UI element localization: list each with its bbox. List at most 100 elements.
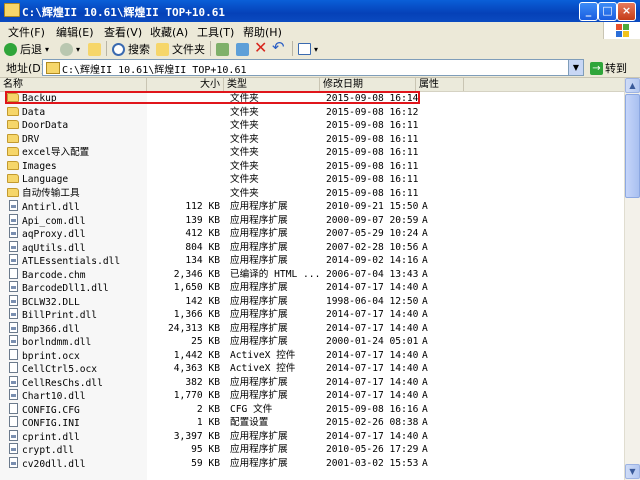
file-row[interactable]: Images 文件夹 2015-09-08 16:11 <box>0 160 624 174</box>
column-type-header[interactable]: 类型 <box>224 78 320 91</box>
file-name: DRV <box>7 133 39 147</box>
file-name: Data <box>7 106 45 120</box>
scroll-thumb[interactable] <box>625 94 640 198</box>
file-row[interactable]: 自动传输工具 文件夹 2015-09-08 16:11 <box>0 187 624 201</box>
file-row[interactable]: aqProxy.dll 412 KB 应用程序扩展 2007-05-29 10:24 A <box>0 227 624 241</box>
close-button[interactable]: × <box>617 2 636 21</box>
chevron-down-icon: ▾ <box>314 44 319 54</box>
file-type: 已编译的 HTML ... <box>230 268 321 280</box>
file-row[interactable]: Bmp366.dll 24,313 KB 应用程序扩展 2014-07-17 14:4… <box>0 321 624 336</box>
file-name-text: crypt.dll <box>22 445 74 456</box>
file-row[interactable]: DoorData 文件夹 2015-09-08 16:11 <box>0 119 624 133</box>
file-type: ActiveX 控件 <box>230 363 296 374</box>
file-row[interactable]: Antirl.dll 112 KB 应用程序扩展 2010-09-21 15:50 A <box>0 200 624 214</box>
minimize-button[interactable]: _ <box>579 2 598 21</box>
file-type: 应用程序扩展 <box>230 201 288 212</box>
menu-edit[interactable]: 编辑(E) <box>56 24 94 40</box>
column-attributes-header[interactable]: 属性 <box>416 78 464 91</box>
back-arrow-icon <box>4 42 17 56</box>
column-name-header[interactable]: 名称 <box>0 78 147 91</box>
dll-file-icon <box>9 389 18 400</box>
vertical-scrollbar[interactable]: ▲ ▼ <box>624 78 640 480</box>
file-row[interactable]: crypt.dll 95 KB 应用程序扩展 2010-05-26 17:29 A <box>0 443 624 457</box>
file-name-text: cprint.dll <box>22 431 80 443</box>
address-dropdown-button[interactable]: ▼ <box>568 60 583 75</box>
up-button[interactable] <box>88 41 101 57</box>
up-folder-icon <box>88 42 101 56</box>
file-name-text: CONFIG.CFG <box>22 404 80 416</box>
file-name-text: ATLEssentials.dll <box>22 256 121 267</box>
delete-button[interactable]: ✕ <box>254 38 267 57</box>
file-row[interactable]: CellCtrl5.ocx 4,363 KB ActiveX 控件 2014-07-1… <box>0 362 624 376</box>
search-button[interactable]: 搜索 <box>112 41 150 57</box>
move-to-button[interactable] <box>216 41 229 57</box>
file-row[interactable]: Barcode.chm 2,346 KB 已编译的 HTML ... 2006-07-… <box>0 267 624 282</box>
file-attributes: A <box>422 255 428 266</box>
dll-file-icon <box>9 308 18 319</box>
file-row[interactable]: Language 文件夹 2015-09-08 16:11 <box>0 173 624 187</box>
file-date: 1998-06-04 12:50 <box>326 295 419 307</box>
column-size-header[interactable]: 大小 <box>147 78 224 91</box>
file-date: 2001-03-02 15:53 <box>326 457 419 469</box>
file-date: 2014-07-17 14:40 <box>326 309 419 320</box>
folder-icon <box>46 62 60 74</box>
file-row[interactable]: aqUtils.dll 804 KB 应用程序扩展 2007-02-28 10:56 A <box>0 240 624 255</box>
views-button[interactable]: ▾ <box>298 41 318 57</box>
file-attributes: A <box>422 295 428 307</box>
file-row[interactable]: CONFIG.CFG 2 KB CFG 文件 2015-09-08 16:16 A <box>0 402 624 417</box>
file-size: 134 KB <box>185 255 220 266</box>
title-bar[interactable]: C:\辉煌II 10.61\辉煌II TOP+10.61 _ □ × <box>0 0 640 23</box>
file-name: Api_com.dll <box>7 213 86 229</box>
menu-file[interactable]: 文件(F) <box>8 24 45 40</box>
file-row[interactable]: CONFIG.INI 1 KB 配置设置 2015-02-26 08:38 A <box>0 416 624 430</box>
file-row[interactable]: Api_com.dll 139 KB 应用程序扩展 2000-09-07 20:59 A <box>0 213 624 229</box>
file-date: 2015-09-08 16:11 <box>326 133 419 145</box>
file-row[interactable]: BarcodeDll1.dll 1,650 KB 应用程序扩展 2014-07-17 … <box>0 281 624 295</box>
dll-file-icon <box>9 281 18 292</box>
copy-to-button[interactable] <box>236 41 249 57</box>
file-date: 2015-09-08 16:11 <box>326 174 419 185</box>
menu-favorites[interactable]: 收藏(A) <box>150 24 188 40</box>
file-name: bprint.ocx <box>7 348 80 364</box>
folders-button[interactable]: 文件夹 <box>156 41 205 57</box>
go-button[interactable]: → 转到 <box>590 60 627 76</box>
file-name: ATLEssentials.dll <box>7 254 120 269</box>
file-row[interactable]: Chart10.dll 1,770 KB 应用程序扩展 2014-07-17 14:4… <box>0 389 624 403</box>
go-arrow-icon: → <box>590 61 603 75</box>
menu-tools[interactable]: 工具(T) <box>197 24 234 40</box>
file-size: 804 KB <box>185 241 220 253</box>
maximize-button[interactable]: □ <box>598 2 617 21</box>
search-icon <box>112 42 125 56</box>
menu-view[interactable]: 查看(V) <box>104 24 142 40</box>
address-input[interactable]: C:\辉煌II 10.61\辉煌II TOP+10.61 ▼ <box>42 59 584 76</box>
scroll-down-button[interactable]: ▼ <box>625 464 640 479</box>
file-row[interactable]: borlndmm.dll 25 KB 应用程序扩展 2000-01-24 05:01 A <box>0 335 624 349</box>
file-name: Antirl.dll <box>7 200 80 215</box>
file-size: 1,650 KB <box>173 282 220 293</box>
ini-file-icon <box>9 416 18 427</box>
file-row[interactable]: DRV 文件夹 2015-09-08 16:11 <box>0 133 624 147</box>
forward-button[interactable]: ▾ <box>60 41 80 57</box>
column-date-header[interactable]: 修改日期 <box>320 78 416 91</box>
file-attributes: A <box>422 228 428 239</box>
file-name: CellCtrl5.ocx <box>7 362 97 377</box>
file-row[interactable]: BillPrint.dll 1,366 KB 应用程序扩展 2014-07-17 14… <box>0 308 624 322</box>
file-attributes: A <box>422 457 428 469</box>
undo-button[interactable]: ↶ <box>272 38 285 56</box>
file-row[interactable]: BCLW32.DLL 142 KB 应用程序扩展 1998-06-04 12:50 A <box>0 294 624 309</box>
file-row[interactable]: cv20dll.dll 59 KB 应用程序扩展 2001-03-02 15:53 A <box>0 456 624 471</box>
file-list[interactable]: 名称 大小 类型 修改日期 属性 Backup 文件夹 2015-09-08 16:… <box>0 78 624 480</box>
back-button[interactable]: 后退 ▾ <box>4 41 49 57</box>
file-row[interactable]: bprint.ocx 1,442 KB ActiveX 控件 2014-07-17 1… <box>0 348 624 364</box>
dll-file-icon <box>9 294 18 306</box>
dll-file-icon <box>9 200 18 211</box>
file-row[interactable]: CellResChs.dll 382 KB 应用程序扩展 2014-07-17 14:… <box>0 375 624 390</box>
file-row[interactable]: cprint.dll 3,397 KB 应用程序扩展 2014-07-17 14:40… <box>0 429 624 444</box>
file-date: 2007-05-29 10:24 <box>326 228 419 239</box>
file-row[interactable]: ATLEssentials.dll 134 KB 应用程序扩展 2014-09-02 … <box>0 254 624 268</box>
file-row[interactable]: Data 文件夹 2015-09-08 16:12 <box>0 106 624 120</box>
file-row[interactable]: excel导入配置 文件夹 2015-09-08 16:11 <box>0 146 624 160</box>
file-size: 59 KB <box>191 457 220 469</box>
scroll-up-button[interactable]: ▲ <box>625 78 640 93</box>
file-date: 2015-09-08 16:16 <box>326 403 419 415</box>
